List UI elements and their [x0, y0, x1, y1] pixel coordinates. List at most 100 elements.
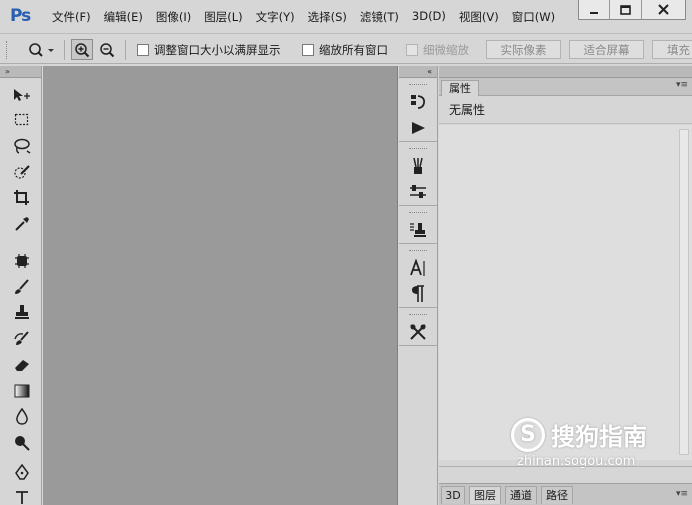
adjustments-panel-button[interactable] — [399, 179, 437, 205]
menu-select[interactable]: 选择(S) — [304, 9, 351, 25]
tool-clone-stamp[interactable] — [8, 302, 36, 324]
tool-preset-picker[interactable] — [22, 39, 60, 60]
properties-collapse[interactable] — [439, 66, 692, 78]
pen-icon — [15, 464, 29, 480]
zoom-all-windows-checkbox[interactable]: 缩放所有窗口 — [302, 42, 388, 58]
tool-crop[interactable] — [8, 187, 36, 209]
menu-type[interactable]: 文字(Y) — [252, 9, 299, 25]
history-panel-button[interactable] — [399, 89, 437, 115]
dock-grip[interactable] — [409, 148, 427, 151]
tool-healing-brush[interactable] — [8, 250, 36, 272]
zoom-out-button[interactable] — [96, 39, 118, 60]
clone-stamp-icon — [15, 305, 29, 319]
scrubby-zoom-label: 细微缩放 — [423, 43, 469, 57]
layers-tab-bar: 3D 图层 通道 路径 ▾≡ — [439, 483, 692, 505]
tools-panel: » — [0, 66, 42, 505]
brush-presets-button[interactable] — [399, 153, 437, 179]
zoom-in-button[interactable] — [71, 39, 93, 60]
watermark-brand: 搜狗指南 — [551, 423, 647, 451]
tool-brush[interactable] — [8, 276, 36, 298]
history-brush-icon — [14, 331, 29, 345]
eraser-icon — [15, 360, 29, 371]
close-button[interactable] — [641, 0, 685, 19]
actions-panel-button[interactable] — [399, 115, 437, 141]
window-controls — [578, 0, 686, 20]
zoom-tool-icon — [29, 42, 54, 57]
tool-quick-select[interactable] — [8, 161, 36, 183]
close-icon — [658, 4, 669, 15]
panel-menu-icon[interactable]: ▾≡ — [676, 80, 688, 90]
minimize-button[interactable] — [579, 0, 609, 19]
dock-group-type — [399, 244, 437, 308]
resize-windows-checkbox[interactable]: 调整窗口大小以满屏显示 — [137, 42, 281, 58]
options-bar: 调整窗口大小以满屏显示 缩放所有窗口 细微缩放 实际像素 适合屏幕 填充 — [0, 35, 692, 64]
dock-grip[interactable] — [409, 212, 427, 215]
tool-type[interactable] — [8, 486, 36, 505]
tab-paths[interactable]: 路径 — [541, 486, 573, 504]
actual-pixels-button[interactable]: 实际像素 — [486, 40, 561, 59]
collapsed-panel-dock: « — [399, 66, 438, 505]
tab-layers[interactable]: 图层 — [469, 486, 501, 504]
watermark-main: S 搜狗指南 — [511, 417, 691, 452]
clone-source-icon — [410, 223, 426, 237]
menu-edit[interactable]: 编辑(E) — [100, 9, 147, 25]
tab-properties[interactable]: 属性 — [441, 80, 479, 96]
menu-layer[interactable]: 图层(L) — [200, 9, 246, 25]
dock-group-history — [399, 78, 437, 142]
brush-icon — [15, 279, 29, 294]
paragraph-panel-button[interactable] — [399, 281, 437, 307]
tool-move[interactable] — [8, 84, 36, 106]
maximize-icon — [620, 4, 631, 15]
layers-panel-menu-icon[interactable]: ▾≡ — [676, 489, 688, 499]
character-panel-button[interactable] — [399, 255, 437, 281]
menu-file[interactable]: 文件(F) — [48, 9, 95, 25]
photoshop-logo: Ps — [10, 6, 31, 26]
tool-gradient[interactable] — [8, 380, 36, 402]
properties-footer — [439, 466, 692, 476]
maximize-button[interactable] — [609, 0, 641, 19]
options-bar-grip[interactable] — [6, 41, 8, 59]
properties-scrollbar[interactable] — [679, 129, 689, 455]
dodge-icon — [15, 436, 30, 451]
fill-screen-button[interactable]: 填充 — [652, 40, 692, 59]
tab-channels[interactable]: 通道 — [505, 486, 537, 504]
tool-history-brush[interactable] — [8, 328, 36, 350]
tab-3d[interactable]: 3D — [441, 486, 465, 504]
tool-pen[interactable] — [8, 462, 36, 484]
dock-collapse[interactable]: « — [399, 66, 437, 78]
menu-window[interactable]: 窗口(W) — [508, 9, 559, 25]
sogou-watermark: S 搜狗指南 zhinan.sogou.com — [511, 417, 691, 469]
clone-source-button[interactable] — [399, 217, 437, 243]
tool-eyedropper[interactable] — [8, 213, 36, 235]
document-canvas-area[interactable] — [43, 66, 398, 505]
gradient-icon — [14, 384, 30, 398]
separator — [64, 40, 65, 60]
brushes-icon — [413, 157, 423, 174]
blur-drop-icon — [16, 408, 28, 425]
checkbox-box[interactable] — [137, 44, 149, 56]
zoom-in-icon — [75, 42, 90, 57]
dock-grip[interactable] — [409, 84, 427, 87]
fit-screen-button[interactable]: 适合屏幕 — [569, 40, 644, 59]
menu-filter[interactable]: 滤镜(T) — [356, 9, 403, 25]
tool-marquee[interactable] — [8, 109, 36, 131]
tool-dodge[interactable] — [8, 432, 36, 454]
tool-presets-button[interactable] — [399, 319, 437, 345]
separator — [125, 40, 126, 60]
dock-grip[interactable] — [409, 314, 427, 317]
type-icon — [16, 491, 28, 504]
dock-grip[interactable] — [409, 250, 427, 253]
tool-eraser[interactable] — [8, 354, 36, 376]
eyedropper-icon — [15, 217, 29, 231]
menu-image[interactable]: 图像(I) — [152, 9, 195, 25]
tool-blur[interactable] — [8, 406, 36, 428]
checkbox-box[interactable] — [302, 44, 314, 56]
tool-lasso[interactable] — [8, 135, 36, 157]
dock-group-clone — [399, 206, 437, 244]
crop-icon — [14, 190, 29, 205]
tools-panel-collapse[interactable]: » — [0, 66, 41, 78]
sliders-icon — [410, 185, 426, 198]
paragraph-icon — [412, 285, 424, 302]
menu-3d[interactable]: 3D(D) — [408, 9, 450, 25]
menu-view[interactable]: 视图(V) — [455, 9, 503, 25]
